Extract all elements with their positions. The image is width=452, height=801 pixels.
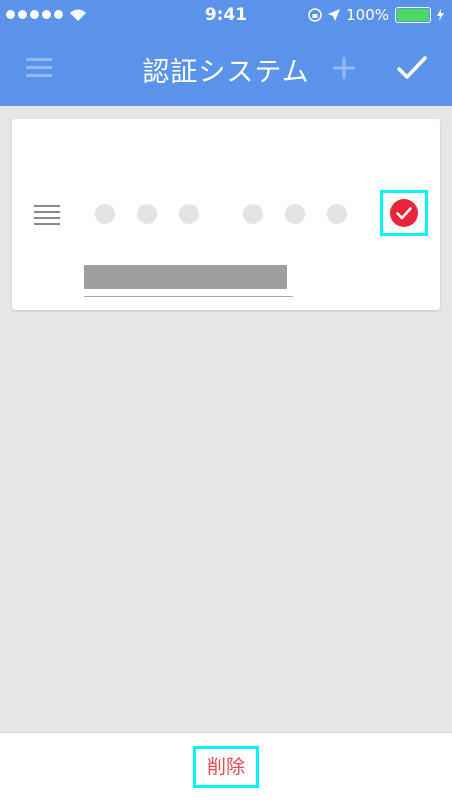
plus-icon[interactable] xyxy=(331,55,357,81)
bottom-bar: 削除 xyxy=(0,732,452,801)
delete-button[interactable]: 削除 xyxy=(193,746,259,788)
account-card xyxy=(12,119,440,310)
drag-handle-icon[interactable] xyxy=(34,205,60,225)
code-dot xyxy=(179,204,199,224)
checkmark-icon[interactable] xyxy=(396,54,428,82)
account-name-underline xyxy=(84,296,293,297)
check-circle-icon xyxy=(390,199,418,227)
rotation-lock-icon xyxy=(308,8,322,22)
location-arrow-icon xyxy=(328,9,341,21)
code-dot xyxy=(95,204,115,224)
app-bar: 認証システム xyxy=(0,30,452,106)
battery-icon xyxy=(395,7,431,23)
battery-percent: 100% xyxy=(346,6,389,24)
verify-toggle[interactable] xyxy=(380,190,428,236)
page-title: 認証システム xyxy=(142,57,310,88)
status-right: 100% xyxy=(308,6,444,24)
account-name-field[interactable] xyxy=(84,265,287,289)
charging-bolt-icon xyxy=(437,9,444,21)
code-dot xyxy=(285,204,305,224)
code-dot xyxy=(137,204,157,224)
code-dot xyxy=(243,204,263,224)
code-dot xyxy=(327,204,347,224)
status-bar: 9:41 100% xyxy=(0,0,452,30)
